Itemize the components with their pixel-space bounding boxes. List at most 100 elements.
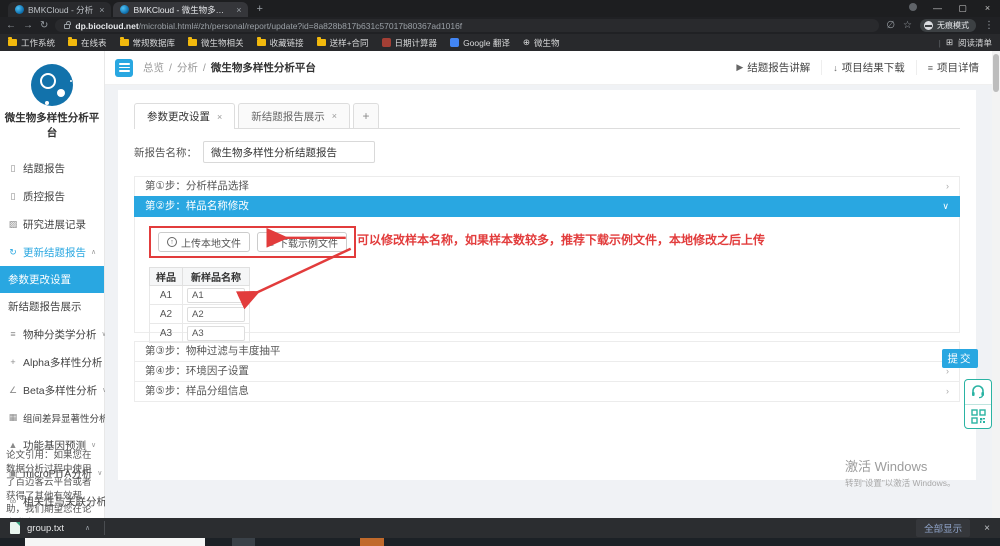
sidebar-item-beta-diversity[interactable]: ∠Beta多样性分析∨	[0, 376, 104, 404]
minimize-icon[interactable]: —	[925, 0, 950, 17]
reading-list-label: 阅读清单	[958, 37, 992, 49]
customer-support-button[interactable]	[965, 380, 991, 404]
report-explain-button[interactable]: ▶结题报告讲解	[725, 60, 821, 75]
download-icon: ↓	[833, 63, 838, 73]
new-sample-name-input[interactable]	[187, 307, 245, 322]
col-sample: 样品	[150, 268, 183, 286]
bookmark-item[interactable]: 收藏链接	[257, 37, 304, 49]
incognito-icon	[924, 21, 933, 30]
tab-param-settings[interactable]: 参数更改设置×	[134, 103, 235, 129]
qr-code-icon	[971, 409, 986, 424]
sidebar-item-taxonomy-analysis[interactable]: ≡物种分类学分析∨	[0, 320, 104, 348]
sidebar-item-group-difference[interactable]: ▦组间差异显著性分析∨	[0, 404, 104, 431]
bmkcloud-favicon	[15, 5, 24, 14]
sidebar: 微生物多样性分析平台 ▯结题报告 ▯质控报告 ▨研究进展记录 ↻更新结题报告∧ …	[0, 51, 105, 518]
bookmark-item[interactable]: 工作系统	[8, 37, 55, 49]
step-5-grouping-info[interactable]: 第⑤步：样品分组信息›	[134, 381, 960, 402]
chevron-up-icon[interactable]: ∧	[85, 524, 90, 532]
maximize-icon[interactable]: ▢	[950, 0, 975, 17]
bookmark-item[interactable]: 常规数据库	[120, 37, 176, 49]
sidebar-item-final-report[interactable]: ▯结题报告	[0, 154, 104, 182]
submit-button[interactable]: 提交	[942, 349, 978, 368]
tab-title: BMKCloud - 微生物多样性分析	[133, 4, 230, 16]
bookmark-item[interactable]: 微生物相关	[188, 37, 244, 49]
report-name-input[interactable]	[203, 141, 375, 163]
bookmark-label: 日期计算器	[395, 37, 438, 49]
reload-icon[interactable]: ↻	[40, 20, 48, 31]
step-2-sample-rename[interactable]: 第②步：样品名称修改∨	[134, 196, 960, 217]
new-sample-name-input[interactable]	[187, 326, 245, 341]
step-4-env-factor[interactable]: 第④步：环境因子设置›	[134, 361, 960, 382]
refresh-icon: ↻	[8, 247, 18, 258]
text-file-icon	[10, 522, 20, 534]
sidebar-item-alpha-diversity[interactable]: +Alpha多样性分析∨	[0, 348, 104, 376]
tab-close-icon[interactable]: ×	[332, 111, 337, 121]
breadcrumb-separator: /	[169, 62, 172, 74]
header-actions: ▶结题报告讲解 ↓ 项目结果下载 ≡项目详情	[725, 60, 990, 75]
new-name-cell	[183, 286, 250, 305]
back-icon[interactable]: ←	[6, 20, 16, 31]
browser-tab-2[interactable]: BMKCloud - 微生物多样性分析 ×	[113, 2, 248, 17]
menu-dots-icon[interactable]: ⋮	[984, 20, 994, 31]
qr-code-button[interactable]	[965, 404, 991, 428]
download-example-file-button[interactable]: ▤下载示例文件	[257, 232, 347, 252]
tab-close-icon[interactable]: ×	[217, 112, 222, 122]
step-2-body: ↑上传本地文件 ▤下载示例文件 可以修改样本名称，如果样本数较多，推荐下载示例文…	[134, 217, 960, 333]
shelf-actions: 全部显示 ×	[916, 519, 990, 537]
eye-blocked-icon[interactable]: ∅	[886, 20, 895, 31]
bookmark-item[interactable]: Google 翻译	[450, 37, 510, 49]
sidebar-item-progress-record[interactable]: ▨研究进展记录	[0, 210, 104, 238]
step-label: 第③步：物种过滤与丰度抽平	[145, 342, 280, 361]
bookmark-item[interactable]: 送样+合同	[317, 37, 369, 49]
new-tab-button[interactable]: +	[256, 2, 262, 17]
project-detail-button[interactable]: ≡项目详情	[916, 60, 990, 75]
tab-close-icon[interactable]: ×	[236, 5, 241, 15]
step-1-sample-selection[interactable]: 第①步：分析样品选择›	[134, 176, 960, 197]
chevron-down-icon: ∨	[91, 441, 96, 449]
sidebar-item-param-settings[interactable]: 参数更改设置	[0, 266, 104, 293]
downloaded-file-chip[interactable]: group.txt ∧	[10, 522, 90, 534]
folder-icon	[120, 39, 129, 46]
hamburger-menu-icon[interactable]	[115, 59, 133, 77]
watermark-line2: 转到“设置”以激活 Windows。	[845, 477, 956, 489]
reading-list-button[interactable]: |⊞阅读清单	[939, 37, 992, 49]
sidebar-item-update-report[interactable]: ↻更新结题报告∧	[0, 238, 104, 266]
close-icon[interactable]: ×	[975, 0, 1000, 17]
breadcrumb-overview[interactable]: 总览	[143, 60, 164, 75]
taskbar-app-icon[interactable]	[232, 538, 255, 546]
scrollbar-thumb[interactable]	[993, 54, 999, 92]
breadcrumb-separator: /	[203, 62, 206, 74]
close-shelf-icon[interactable]: ×	[984, 523, 990, 534]
show-all-downloads-button[interactable]: 全部显示	[916, 519, 970, 537]
breadcrumb-analysis[interactable]: 分析	[177, 60, 198, 75]
globe-icon: ⊕	[523, 37, 530, 48]
tab-new-report-display[interactable]: 新结题报告展示 ×	[238, 103, 350, 128]
sidebar-item-label: 组间差异显著性分析	[23, 411, 109, 425]
tab-close-icon[interactable]: ×	[99, 5, 104, 15]
sample-rename-table: 样品 新样品名称 A1 A2	[149, 267, 250, 343]
bookmark-item[interactable]: ⊕微生物	[523, 37, 560, 49]
step-3-species-filter[interactable]: 第③步：物种过滤与丰度抽平›	[134, 341, 960, 362]
upload-icon: ↑	[167, 237, 177, 247]
breadcrumb-current: 微生物多样性分析平台	[211, 60, 316, 75]
action-label: 项目结果下载	[842, 60, 905, 75]
add-tab-button[interactable]: +	[353, 103, 379, 128]
windows-taskbar	[0, 538, 1000, 546]
taskbar-app-icon[interactable]	[360, 538, 384, 546]
taskbar-search-box[interactable]	[25, 538, 205, 546]
bookmark-item[interactable]: 日期计算器	[382, 37, 438, 49]
google-translate-icon	[450, 38, 459, 47]
tab-label: 新结题报告展示	[251, 109, 325, 124]
url-input[interactable]: dp.biocloud.net/microbial.html#/zh/perso…	[55, 19, 879, 32]
forward-icon[interactable]: →	[23, 20, 33, 31]
bookmark-star-icon[interactable]: ☆	[903, 20, 912, 31]
upload-local-file-button[interactable]: ↑上传本地文件	[158, 232, 250, 252]
project-result-download-button[interactable]: ↓ 项目结果下载	[821, 60, 916, 75]
sidebar-item-qc-report[interactable]: ▯质控报告	[0, 182, 104, 210]
new-sample-name-input[interactable]	[187, 288, 245, 303]
sidebar-item-new-report-display[interactable]: 新结题报告展示	[0, 293, 104, 320]
page-scrollbar[interactable]	[992, 51, 1000, 518]
browser-tab-1[interactable]: BMKCloud - 分析 ×	[8, 2, 111, 17]
bookmark-item[interactable]: 在线表	[68, 37, 107, 49]
browser-settings-icon[interactable]	[900, 0, 925, 17]
